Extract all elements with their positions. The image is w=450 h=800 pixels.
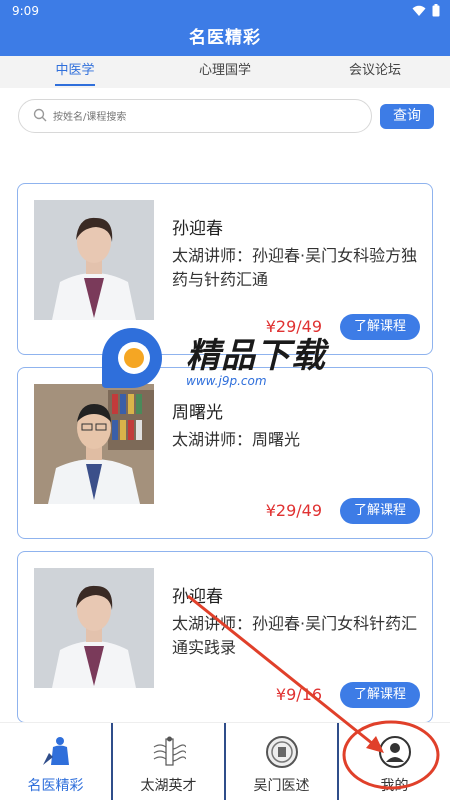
nav-item-wumenyishu[interactable]: 吴门医述 [226,723,339,800]
app-bar: 名医精彩 [0,22,450,56]
page-title: 名医精彩 [189,28,261,48]
course-doctor-name: 孙迎春 [172,219,223,239]
nav-label: 吴门医述 [253,778,310,794]
course-description: 太湖讲师：孙迎春·吴门女科验方独药与针药汇通 [172,246,418,289]
search-icon [33,108,47,122]
doctor-photo [34,568,154,688]
tab-huiyiluntan[interactable]: 会议论坛 [300,56,450,88]
doctor-icon [42,737,69,765]
course-doctor-name: 周曙光 [172,403,223,423]
profile-icon [378,736,411,768]
watermark-logo-icon [102,328,162,388]
search-button[interactable]: 查询 [380,104,434,129]
doctor-photo [34,200,154,320]
course-description: 太湖讲师：孙迎春·吴门女科针药汇通实践录 [172,614,418,657]
bottom-nav: 名医精彩 太湖英才 吴门医述 我的 [0,722,450,800]
doctor-photo [34,384,154,504]
nav-label: 名医精彩 [27,778,84,794]
course-price: ¥29/49 [265,501,322,520]
nav-item-wode[interactable]: 我的 [339,723,450,800]
search-input[interactable] [53,106,353,128]
learn-course-button[interactable]: 了解课程 [340,682,420,708]
search-box [18,99,372,133]
tab-xinliguoxue[interactable]: 心理国学 [150,56,300,88]
nav-item-taihuyingcai[interactable]: 太湖英才 [113,723,226,800]
watermark-text: 精品下载 [186,336,326,376]
tab-zhongyixue[interactable]: 中医学 [0,56,150,88]
category-tabs: 中医学 心理国学 会议论坛 [0,56,450,88]
course-description: 太湖讲师：周曙光 [172,430,301,449]
nav-label: 太湖英才 [140,778,197,794]
nav-label: 我的 [380,778,409,794]
course-price: ¥9/16 [275,685,322,704]
watermark-url: www.j9p.com [186,374,267,388]
learn-course-button[interactable]: 了解课程 [340,498,420,524]
watermark: 精品下载 www.j9p.com [96,322,356,394]
course-doctor-name: 孙迎春 [172,587,223,607]
nav-item-mingyijingcai[interactable]: 名医精彩 [0,723,113,800]
seal-icon [265,736,298,768]
talent-icon [153,736,186,766]
course-card[interactable]: 孙迎春 太湖讲师：孙迎春·吴门女科针药汇通实践录 ¥9/16 了解课程 [17,551,433,723]
